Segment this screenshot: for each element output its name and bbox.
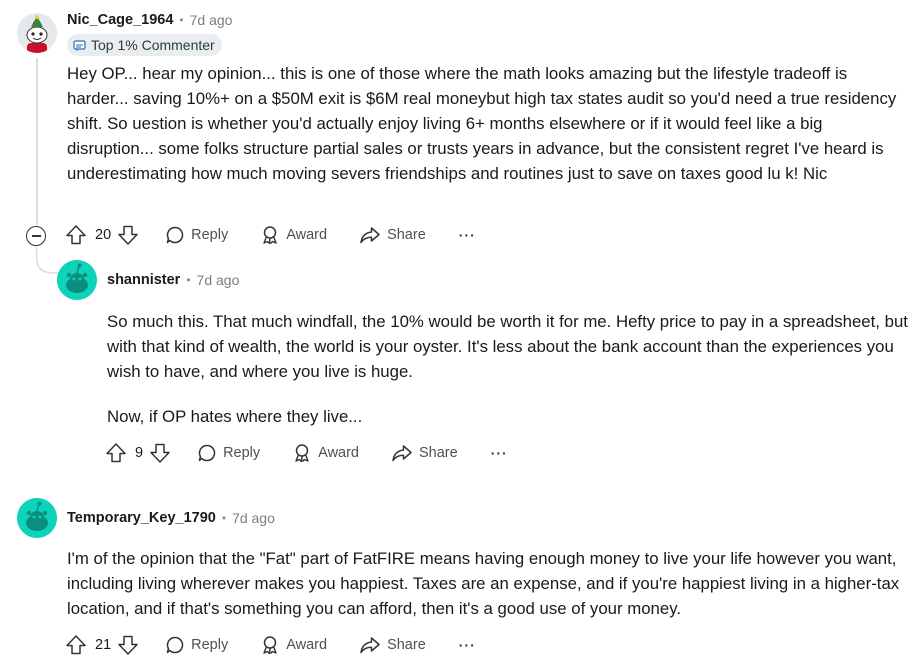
comment-paragraph: So much this. That much windfall, the 10… bbox=[107, 312, 908, 381]
share-button[interactable]: Share bbox=[391, 443, 458, 463]
more-options-icon: ··· bbox=[458, 637, 476, 653]
upvote-icon bbox=[66, 635, 86, 655]
reply-label: Reply bbox=[191, 637, 229, 653]
comment-bubble-icon bbox=[198, 444, 216, 462]
share-label: Share bbox=[419, 445, 458, 461]
comment-meta: Nic_Cage_1964 • 7d ago bbox=[67, 12, 232, 28]
user-flair: Top 1% Commenter bbox=[67, 34, 222, 56]
comment-bubble-icon bbox=[166, 226, 184, 244]
commenter-flair-icon bbox=[73, 39, 86, 51]
more-options-button[interactable]: ··· bbox=[459, 637, 476, 653]
reply-label: Reply bbox=[223, 445, 261, 461]
comment-body: I'm of the opinion that the "Fat" part o… bbox=[67, 546, 907, 621]
action-bar: 9 Reply Award Share ··· bbox=[105, 439, 508, 467]
comment-paragraph: Hey OP... hear my opinion... this is one… bbox=[67, 64, 897, 183]
upvote-icon bbox=[106, 443, 126, 463]
downvote-icon bbox=[150, 443, 170, 463]
action-bar: 20 Reply Award Share ··· bbox=[65, 221, 476, 249]
downvote-icon bbox=[118, 635, 138, 655]
upvote-button[interactable] bbox=[65, 224, 87, 246]
vote-count: 9 bbox=[135, 445, 144, 461]
reply-button[interactable]: Reply bbox=[165, 225, 228, 245]
author-name[interactable]: Temporary_Key_1790 bbox=[67, 510, 216, 526]
timestamp[interactable]: 7d ago bbox=[197, 272, 240, 288]
award-button[interactable]: Award bbox=[260, 635, 327, 655]
author-name[interactable]: Nic_Cage_1964 bbox=[67, 12, 173, 28]
award-label: Award bbox=[318, 445, 359, 461]
comment-meta: shannister • 7d ago bbox=[107, 272, 239, 288]
separator-dot: • bbox=[186, 273, 191, 287]
more-options-icon: ··· bbox=[490, 445, 508, 461]
share-label: Share bbox=[387, 637, 426, 653]
snoo-avatar-icon bbox=[17, 498, 57, 538]
snoo-avatar-icon bbox=[17, 13, 57, 53]
award-label: Award bbox=[286, 227, 328, 243]
comment-paragraph: Now, if OP hates where they live... bbox=[107, 407, 363, 426]
award-icon bbox=[263, 636, 277, 655]
comment-bubble-icon bbox=[166, 636, 184, 654]
timestamp[interactable]: 7d ago bbox=[232, 510, 275, 526]
downvote-button[interactable] bbox=[117, 224, 139, 246]
award-label: Award bbox=[286, 637, 328, 653]
vote-count: 20 bbox=[95, 227, 112, 243]
downvote-button[interactable] bbox=[117, 634, 139, 656]
more-options-button[interactable]: ··· bbox=[459, 227, 476, 243]
award-button[interactable]: Award bbox=[292, 443, 359, 463]
avatar[interactable] bbox=[57, 260, 97, 300]
action-bar: 21 Reply Award Share ··· bbox=[65, 631, 476, 659]
timestamp[interactable]: 7d ago bbox=[190, 12, 233, 28]
flair-label: Top 1% Commenter bbox=[91, 37, 215, 53]
share-button[interactable]: Share bbox=[359, 225, 426, 245]
snoo-avatar-icon bbox=[57, 260, 97, 300]
comment: Temporary_Key_1790 • 7d ago I'm of the o… bbox=[0, 493, 921, 671]
award-icon bbox=[263, 226, 277, 245]
avatar[interactable] bbox=[17, 13, 57, 53]
comment-body: Hey OP... hear my opinion... this is one… bbox=[67, 61, 912, 186]
more-options-button[interactable]: ··· bbox=[491, 445, 508, 461]
upvote-icon bbox=[66, 225, 86, 245]
author-name[interactable]: shannister bbox=[107, 272, 180, 288]
reply-label: Reply bbox=[191, 227, 229, 243]
upvote-button[interactable] bbox=[105, 442, 127, 464]
comment-meta: Temporary_Key_1790 • 7d ago bbox=[67, 510, 275, 526]
avatar[interactable] bbox=[17, 498, 57, 538]
comment-body: So much this. That much windfall, the 10… bbox=[107, 309, 917, 429]
share-icon bbox=[360, 227, 380, 244]
comment-paragraph: I'm of the opinion that the "Fat" part o… bbox=[67, 549, 900, 618]
comment-reply: shannister • 7d ago So much this. That m… bbox=[0, 255, 921, 475]
award-icon bbox=[295, 444, 309, 463]
comment: Nic_Cage_1964 • 7d ago Top 1% Commenter … bbox=[0, 0, 921, 260]
more-options-icon: ··· bbox=[458, 227, 476, 243]
share-label: Share bbox=[387, 227, 426, 243]
separator-dot: • bbox=[179, 13, 184, 27]
separator-dot: • bbox=[221, 511, 227, 525]
downvote-icon bbox=[118, 225, 138, 245]
award-button[interactable]: Award bbox=[260, 225, 327, 245]
vote-count: 21 bbox=[95, 637, 112, 653]
reply-button[interactable]: Reply bbox=[165, 635, 228, 655]
collapse-thread-button[interactable] bbox=[26, 226, 46, 246]
share-icon bbox=[360, 637, 380, 654]
upvote-button[interactable] bbox=[65, 634, 87, 656]
share-button[interactable]: Share bbox=[359, 635, 426, 655]
downvote-button[interactable] bbox=[149, 442, 171, 464]
share-icon bbox=[392, 445, 412, 462]
minus-icon bbox=[31, 235, 41, 237]
reply-button[interactable]: Reply bbox=[197, 443, 260, 463]
